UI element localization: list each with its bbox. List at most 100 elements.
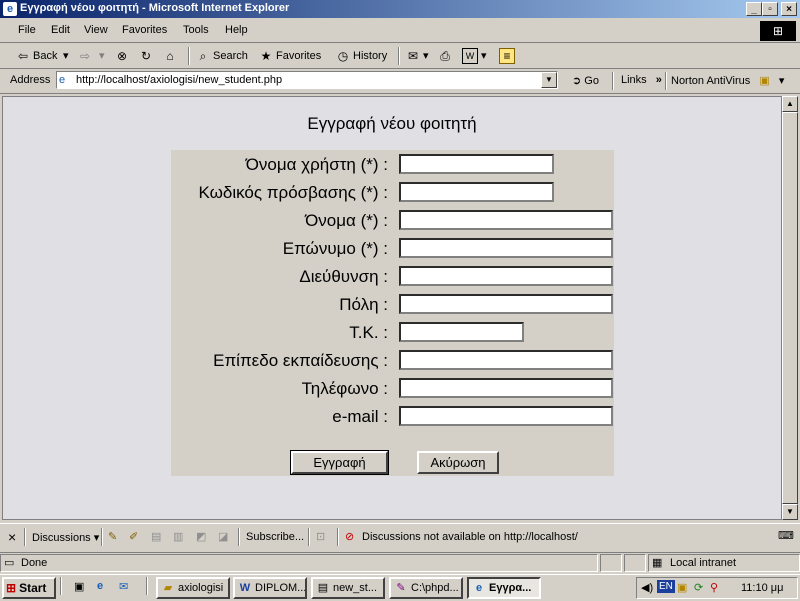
window-title-bar[interactable]: e Εγγραφή νέου φοιτητή - Microsoft Inter… [0,0,800,18]
back-button[interactable]: ⇦ Back [16,48,58,64]
menu-help[interactable]: Help [225,24,248,36]
previous-discussion-icon[interactable]: ◩ [196,530,206,543]
taskbar-item-eggrafi[interactable]: e Εγγρα... [467,577,541,599]
username-label: Όνομα χρήστη (*) : [245,155,388,174]
discuss-button[interactable]: ≡ [499,48,518,65]
scroll-up-icon[interactable]: ▲ [782,96,798,112]
norton-tray-icon[interactable]: ▣ [677,581,687,594]
insert-discussion-icon[interactable]: ✎ [108,530,117,543]
taskbar-item-diplom[interactable]: W DIPLOM... [233,577,307,599]
print-button[interactable]: ⎙ [438,48,455,64]
discussions-label: Discussions [32,532,91,544]
go-button[interactable]: ➲ Go [572,74,599,87]
scrollbar-thumb[interactable] [782,112,798,504]
address-field-label: Διεύθυνση : [299,267,388,286]
password-input[interactable] [399,182,554,202]
norton-dropdown-icon[interactable]: ▾ [779,75,785,87]
stop-icon: ⊗ [116,49,128,64]
favorites-label: Favorites [276,50,322,62]
last-name-label: Επώνυμο (*) : [282,239,388,258]
history-button[interactable]: ◷ History [336,48,387,64]
menu-file[interactable]: File [18,24,36,36]
task-label: new_st... [333,582,378,594]
print-icon: ⎙ [440,49,450,64]
home-button[interactable]: ⌂ [163,48,180,64]
start-button[interactable]: ⊞ Start [2,577,56,599]
postal-code-input[interactable] [399,322,524,342]
history-icon: ◷ [337,49,349,64]
stop-button[interactable]: ⊗ [115,48,132,64]
expand-discussions-icon[interactable]: ▤ [151,530,161,543]
go-arrow-icon: ➲ [572,75,582,87]
education-level-label: Επίπεδο εκπαίδευσης : [213,351,388,370]
discussion-help-icon[interactable]: ⌨ [778,529,794,542]
next-discussion-icon[interactable]: ◪ [218,530,228,543]
taskbar-separator [60,577,62,595]
education-level-input[interactable] [399,350,613,370]
address-label: Address [10,74,51,86]
discussions-menu-button[interactable]: Discussions ▾ [32,531,99,544]
forward-dropdown-icon[interactable]: ▾ [99,48,105,64]
internet-explorer-icon[interactable]: e [97,580,103,592]
email-label: e-mail : [332,407,388,426]
outlook-express-icon[interactable]: ✉ [119,580,128,593]
network-tray-icon[interactable]: ⚲ [710,581,718,594]
taskbar-item-new-student[interactable]: ▤ new_st... [311,577,385,599]
taskbar-item-axiologisi[interactable]: ▰ axiologisi [156,577,230,599]
internet-explorer-icon: e [3,2,17,16]
discussions-dropdown-icon: ▾ [93,532,100,544]
forward-button[interactable]: ⇨ [78,48,95,64]
discussions-close-button[interactable]: × [8,529,16,545]
edit-discussion-icon[interactable]: ✐ [129,530,138,543]
discussion-pane-icon[interactable]: ⊡ [316,530,325,543]
username-input[interactable] [399,154,554,174]
links-button[interactable]: Links » [621,74,662,86]
menu-favorites[interactable]: Favorites [122,24,167,36]
task-label: axiologisi [178,582,224,594]
address-input[interactable]: e http://localhost/axiologisi/new_studen… [56,71,558,89]
toolbar-separator [665,72,667,90]
folder-icon: ▰ [163,582,173,594]
standard-toolbar: ⇦ Back ▾ ⇨ ▾ ⊗ ↻ ⌂ ⌕ Search ★ Favorites ◷ Hi… [0,44,800,69]
menu-edit[interactable]: Edit [51,24,70,36]
taskbar: ⊞ Start ▣ e ✉ ▰ axiologisi W DIPLOM... ▤ new… [0,574,800,601]
vertical-scrollbar[interactable]: ▲ ▼ [782,96,798,520]
mail-button[interactable]: ✉ ▾ [406,48,429,64]
favorites-button[interactable]: ★ Favorites [259,48,322,64]
phone-input[interactable] [399,378,613,398]
subscribe-button[interactable]: Subscribe... [246,531,304,543]
task-label: C:\phpd... [411,582,459,594]
last-name-input[interactable] [399,238,613,258]
register-button[interactable]: Εγγραφή [290,450,389,475]
toolbar-separator [24,528,26,546]
clock[interactable]: 11:10 μμ [741,582,783,594]
zone-text: Local intranet [670,557,737,569]
street-address-input[interactable] [399,266,613,286]
unavailable-icon: ⊘ [345,531,355,543]
collapse-discussions-icon[interactable]: ▥ [173,530,183,543]
norton-antivirus-button[interactable]: Norton AntiVirus ▣ ▾ [671,74,784,87]
minimize-button[interactable]: _ [746,2,762,16]
edit-button[interactable]: W ▾ [462,48,487,65]
language-indicator[interactable]: EN [657,580,675,593]
address-dropdown-icon[interactable]: ▼ [541,72,557,88]
search-button[interactable]: ⌕ Search [196,48,248,64]
taskbar-item-phpd[interactable]: ✎ C:\phpd... [389,577,463,599]
menu-view[interactable]: View [84,24,108,36]
back-dropdown-icon[interactable]: ▾ [63,48,69,64]
show-desktop-icon[interactable]: ▣ [74,580,84,593]
menu-tools[interactable]: Tools [183,24,209,36]
status-bar: ▭ Done ▦ Local intranet [0,553,800,573]
maximize-button[interactable]: ▫ [762,2,778,16]
city-input[interactable] [399,294,613,314]
refresh-button[interactable]: ↻ [139,48,156,64]
close-button[interactable]: × [781,2,797,16]
sync-tray-icon[interactable]: ⟳ [694,581,703,594]
email-input[interactable] [399,406,613,426]
scroll-down-icon[interactable]: ▼ [782,504,798,520]
first-name-input[interactable] [399,210,613,230]
cancel-button[interactable]: Ακύρωση [417,451,499,474]
links-label: Links [621,74,647,86]
start-label: Start [19,581,47,595]
volume-icon[interactable]: ◀) [641,581,653,594]
